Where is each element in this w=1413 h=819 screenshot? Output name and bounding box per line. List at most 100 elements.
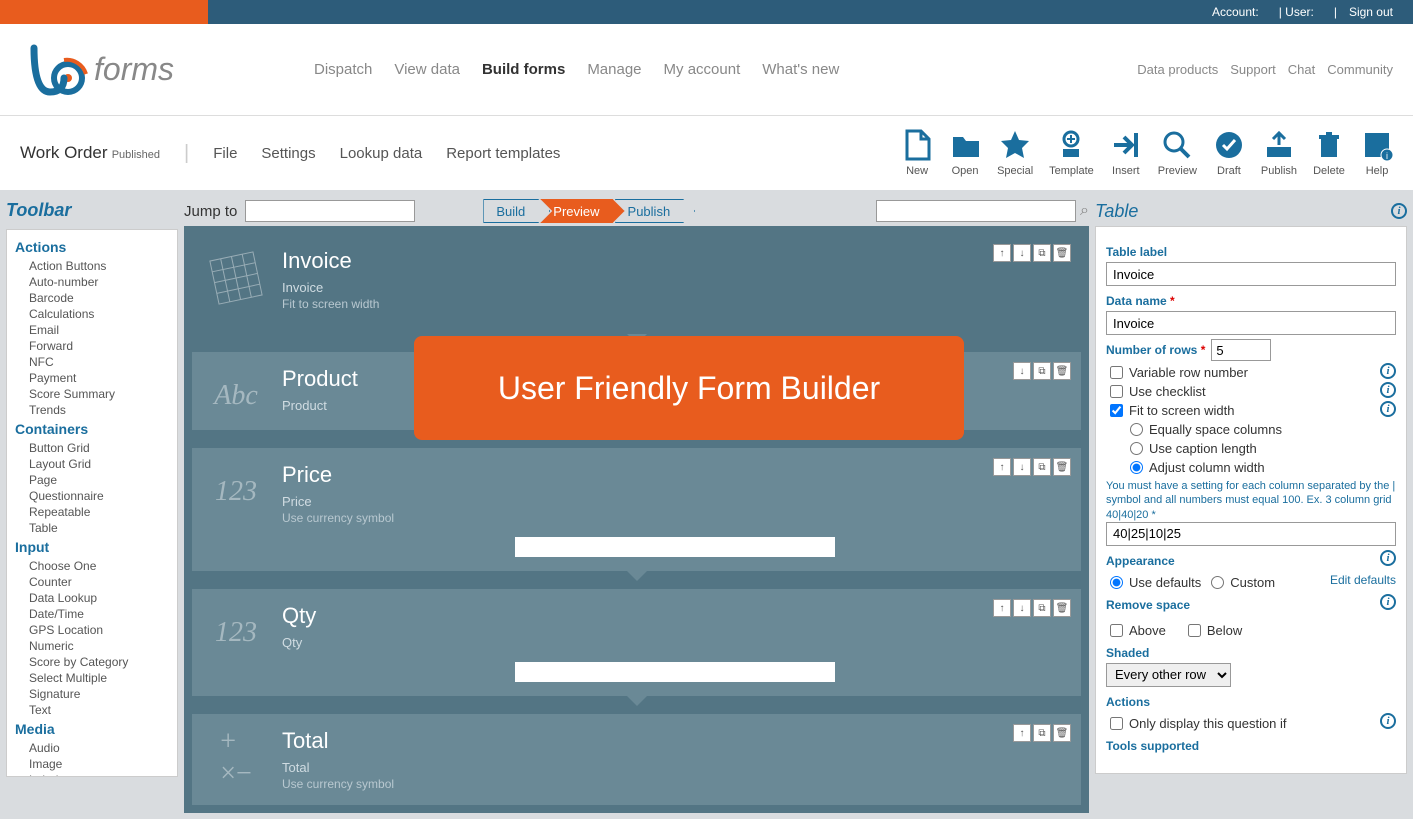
block-delete-button[interactable]: 🗑	[1053, 599, 1071, 617]
block-up-button[interactable]: ↑	[993, 458, 1011, 476]
toolbar-item-image[interactable]: Image	[11, 756, 173, 772]
block-up-button[interactable]: ↑	[993, 244, 1011, 262]
nav-dispatch[interactable]: Dispatch	[314, 61, 372, 78]
data-name-input[interactable]	[1106, 311, 1396, 335]
form-block-price[interactable]: 123PricePriceUse currency symbol↑↓⧉🗑	[192, 448, 1081, 571]
toolbar-item-score-by-category[interactable]: Score by Category	[11, 654, 173, 670]
action-preview[interactable]: Preview	[1158, 129, 1197, 177]
toolbar-item-score-summary[interactable]: Score Summary	[11, 386, 173, 402]
info-icon[interactable]: i	[1380, 363, 1396, 379]
adjust-col-radio[interactable]	[1130, 461, 1143, 474]
info-icon[interactable]: i	[1391, 203, 1407, 219]
nav-view-data[interactable]: View data	[394, 61, 460, 78]
aux-chat[interactable]: Chat	[1288, 62, 1315, 77]
table-label-input[interactable]	[1106, 262, 1396, 286]
block-copy-button[interactable]: ⧉	[1033, 244, 1051, 262]
search-icon[interactable]: ⌕	[1080, 202, 1089, 220]
toolbar-item-text[interactable]: Text	[11, 702, 173, 718]
num-rows-input[interactable]	[1211, 339, 1271, 361]
block-delete-button[interactable]: 🗑	[1053, 244, 1071, 262]
block-copy-button[interactable]: ⧉	[1033, 458, 1051, 476]
form-block-invoice[interactable]: InvoiceInvoiceFit to screen width↑↓⧉🗑	[192, 234, 1081, 334]
form-block-total[interactable]: +×−TotalTotalUse currency symbol↑⧉🗑	[192, 714, 1081, 805]
shaded-select[interactable]: Every other row	[1106, 663, 1231, 687]
toolbar-item-email[interactable]: Email	[11, 322, 173, 338]
toolbar-item-layout-grid[interactable]: Layout Grid	[11, 456, 173, 472]
block-up-button[interactable]: ↑	[1013, 724, 1031, 742]
toolbar-item-table[interactable]: Table	[11, 520, 173, 536]
logo[interactable]: forms	[20, 40, 174, 100]
toolbar-item-counter[interactable]: Counter	[11, 574, 173, 590]
block-delete-button[interactable]: 🗑	[1053, 724, 1071, 742]
submenu-lookup-data[interactable]: Lookup data	[340, 145, 423, 162]
caption-len-radio[interactable]	[1130, 442, 1143, 455]
submenu-report-templates[interactable]: Report templates	[446, 145, 560, 162]
nav-my-account[interactable]: My account	[664, 61, 741, 78]
nav-manage[interactable]: Manage	[587, 61, 641, 78]
block-copy-button[interactable]: ⧉	[1033, 362, 1051, 380]
fit-screen-check[interactable]	[1110, 404, 1123, 417]
toolbar-item-nfc[interactable]: NFC	[11, 354, 173, 370]
step-publish[interactable]: Publish	[615, 199, 696, 223]
aux-support[interactable]: Support	[1230, 62, 1276, 77]
toolbar-group-input[interactable]: Input	[11, 536, 173, 558]
toolbar-item-audio[interactable]: Audio	[11, 740, 173, 756]
toolbar-item-data-lookup[interactable]: Data Lookup	[11, 590, 173, 606]
action-draft[interactable]: Draft	[1213, 129, 1245, 177]
toolbar-group-actions[interactable]: Actions	[11, 236, 173, 258]
info-icon[interactable]: i	[1380, 550, 1396, 566]
form-block-qty[interactable]: 123QtyQty↑↓⧉🗑	[192, 589, 1081, 696]
toolbar-item-calculations[interactable]: Calculations	[11, 306, 173, 322]
action-new[interactable]: New	[901, 129, 933, 177]
action-help[interactable]: iHelp	[1361, 129, 1393, 177]
block-down-button[interactable]: ↓	[1013, 458, 1031, 476]
info-icon[interactable]: i	[1380, 401, 1396, 417]
edit-defaults-link[interactable]: Edit defaults	[1330, 573, 1396, 587]
action-template[interactable]: Template	[1049, 129, 1094, 177]
nav-what's-new[interactable]: What's new	[762, 61, 839, 78]
toolbar-item-barcode[interactable]: Barcode	[11, 290, 173, 306]
aux-data-products[interactable]: Data products	[1137, 62, 1218, 77]
below-check[interactable]	[1188, 624, 1201, 637]
block-down-button[interactable]: ↓	[1013, 362, 1031, 380]
toolbar-item-questionnaire[interactable]: Questionnaire	[11, 488, 173, 504]
action-delete[interactable]: Delete	[1313, 129, 1345, 177]
action-publish[interactable]: Publish	[1261, 129, 1297, 177]
toolbar-item-numeric[interactable]: Numeric	[11, 638, 173, 654]
action-open[interactable]: Open	[949, 129, 981, 177]
block-down-button[interactable]: ↓	[1013, 599, 1031, 617]
block-up-button[interactable]: ↑	[993, 599, 1011, 617]
toolbar-item-trends[interactable]: Trends	[11, 402, 173, 418]
block-copy-button[interactable]: ⧉	[1033, 724, 1051, 742]
toolbar-group-containers[interactable]: Containers	[11, 418, 173, 440]
submenu-file[interactable]: File	[213, 145, 237, 162]
block-down-button[interactable]: ↓	[1013, 244, 1031, 262]
action-insert[interactable]: Insert	[1110, 129, 1142, 177]
search-input[interactable]	[876, 200, 1076, 222]
step-build[interactable]: Build	[483, 199, 550, 223]
block-copy-button[interactable]: ⧉	[1033, 599, 1051, 617]
toolbar-item-repeatable[interactable]: Repeatable	[11, 504, 173, 520]
toolbar-item-payment[interactable]: Payment	[11, 370, 173, 386]
info-icon[interactable]: i	[1380, 382, 1396, 398]
checklist-check[interactable]	[1110, 385, 1123, 398]
col-width-input[interactable]	[1106, 522, 1396, 546]
toolbar-item-page[interactable]: Page	[11, 472, 173, 488]
equal-space-radio[interactable]	[1130, 423, 1143, 436]
only-display-check[interactable]	[1110, 717, 1123, 730]
toolbar-item-auto-number[interactable]: Auto-number	[11, 274, 173, 290]
info-icon[interactable]: i	[1380, 713, 1396, 729]
submenu-settings[interactable]: Settings	[261, 145, 315, 162]
toolbar-item-action-buttons[interactable]: Action Buttons	[11, 258, 173, 274]
toolbar-item-label[interactable]: Label	[11, 772, 173, 777]
toolbar-item-signature[interactable]: Signature	[11, 686, 173, 702]
block-delete-button[interactable]: 🗑	[1053, 458, 1071, 476]
variable-row-check[interactable]	[1110, 366, 1123, 379]
action-special[interactable]: Special	[997, 129, 1033, 177]
toolbar-group-media[interactable]: Media	[11, 718, 173, 740]
toolbar-item-button-grid[interactable]: Button Grid	[11, 440, 173, 456]
toolbar-item-gps-location[interactable]: GPS Location	[11, 622, 173, 638]
info-icon[interactable]: i	[1380, 594, 1396, 610]
toolbar-item-date/time[interactable]: Date/Time	[11, 606, 173, 622]
aux-community[interactable]: Community	[1327, 62, 1393, 77]
